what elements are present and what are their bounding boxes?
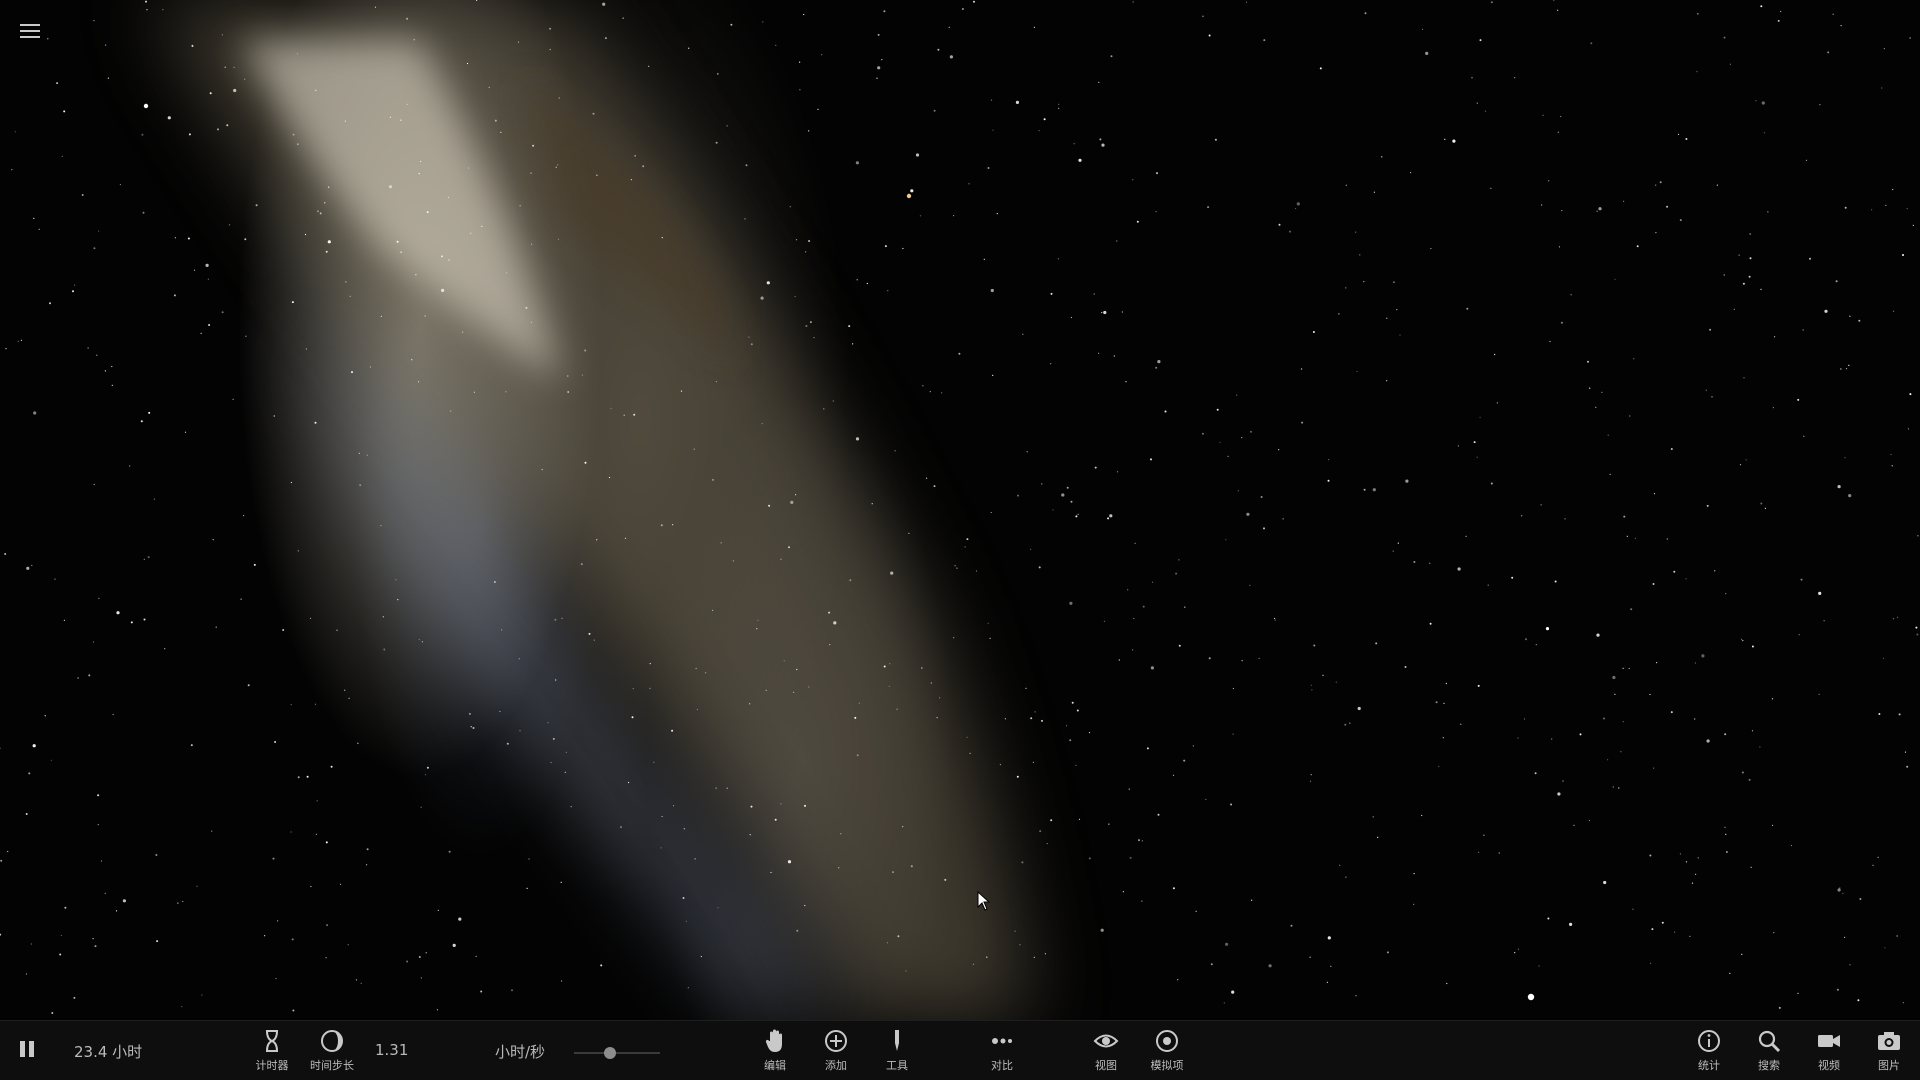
view-button[interactable]: 视图 bbox=[1076, 1027, 1136, 1077]
sim-label: 模拟项 bbox=[1150, 1059, 1184, 1072]
slider-thumb[interactable] bbox=[604, 1047, 617, 1059]
camera-icon bbox=[1878, 1032, 1900, 1050]
elapsed-time: 23.4 小时 bbox=[74, 1043, 143, 1061]
time-rate-value: 1.31 bbox=[375, 1041, 409, 1059]
bottom-toolbar: 23.4 小时 计时器 时间步长 1.31 小时/秒 编辑 添加 工具 对比 视图 模拟项… bbox=[0, 1020, 1920, 1080]
add-button[interactable]: 添加 bbox=[806, 1027, 866, 1077]
time-rate-slider[interactable] bbox=[574, 1047, 660, 1059]
dots-icon bbox=[992, 1038, 1012, 1044]
pause-button[interactable] bbox=[20, 1041, 40, 1061]
mouse-cursor-icon bbox=[977, 891, 991, 911]
slider-track bbox=[574, 1052, 660, 1054]
video-button[interactable]: 视频 bbox=[1799, 1027, 1859, 1077]
view-label: 视图 bbox=[1095, 1059, 1117, 1072]
search-icon bbox=[1758, 1030, 1781, 1053]
search-button[interactable]: 搜索 bbox=[1739, 1027, 1799, 1077]
tool-icon bbox=[895, 1030, 899, 1051]
stats-button[interactable]: 统计 bbox=[1679, 1027, 1739, 1077]
timer-label: 计时器 bbox=[255, 1059, 289, 1072]
info-icon bbox=[1698, 1030, 1720, 1052]
target-icon bbox=[1156, 1030, 1178, 1052]
pause-icon bbox=[20, 1041, 25, 1057]
space-viewport[interactable]: 23.4 小时 计时器 时间步长 1.31 小时/秒 编辑 添加 工具 对比 视图 模拟项… bbox=[0, 0, 1920, 1080]
search-label: 搜索 bbox=[1758, 1059, 1780, 1072]
edit-button[interactable]: 编辑 bbox=[745, 1027, 805, 1077]
timestep-icon bbox=[321, 1030, 343, 1052]
sim-button[interactable]: 模拟项 bbox=[1137, 1027, 1197, 1077]
hamburger-menu-icon[interactable] bbox=[18, 20, 42, 42]
video-label: 视频 bbox=[1818, 1059, 1840, 1072]
hand-icon bbox=[765, 1029, 782, 1052]
eye-icon bbox=[1093, 1034, 1119, 1048]
photo-button[interactable]: 图片 bbox=[1859, 1027, 1919, 1077]
compare-label: 对比 bbox=[991, 1059, 1013, 1072]
tools-label: 工具 bbox=[886, 1059, 908, 1072]
pause-icon-bar bbox=[29, 1041, 34, 1057]
video-camera-icon bbox=[1818, 1035, 1840, 1047]
compare-button[interactable]: 对比 bbox=[972, 1027, 1032, 1077]
stats-label: 统计 bbox=[1698, 1059, 1720, 1072]
time-rate-unit: 小时/秒 bbox=[495, 1043, 546, 1061]
add-label: 添加 bbox=[825, 1059, 847, 1072]
edit-label: 编辑 bbox=[764, 1059, 786, 1072]
timer-button[interactable]: 计时器 bbox=[242, 1027, 302, 1077]
tools-button[interactable]: 工具 bbox=[867, 1027, 927, 1077]
plus-circle-icon bbox=[825, 1030, 847, 1052]
timestep-label: 时间步长 bbox=[310, 1059, 354, 1072]
photo-label: 图片 bbox=[1878, 1059, 1900, 1072]
starfield bbox=[0, 0, 1919, 1014]
timestep-button[interactable]: 时间步长 bbox=[302, 1027, 362, 1077]
hourglass-icon bbox=[266, 1030, 278, 1052]
